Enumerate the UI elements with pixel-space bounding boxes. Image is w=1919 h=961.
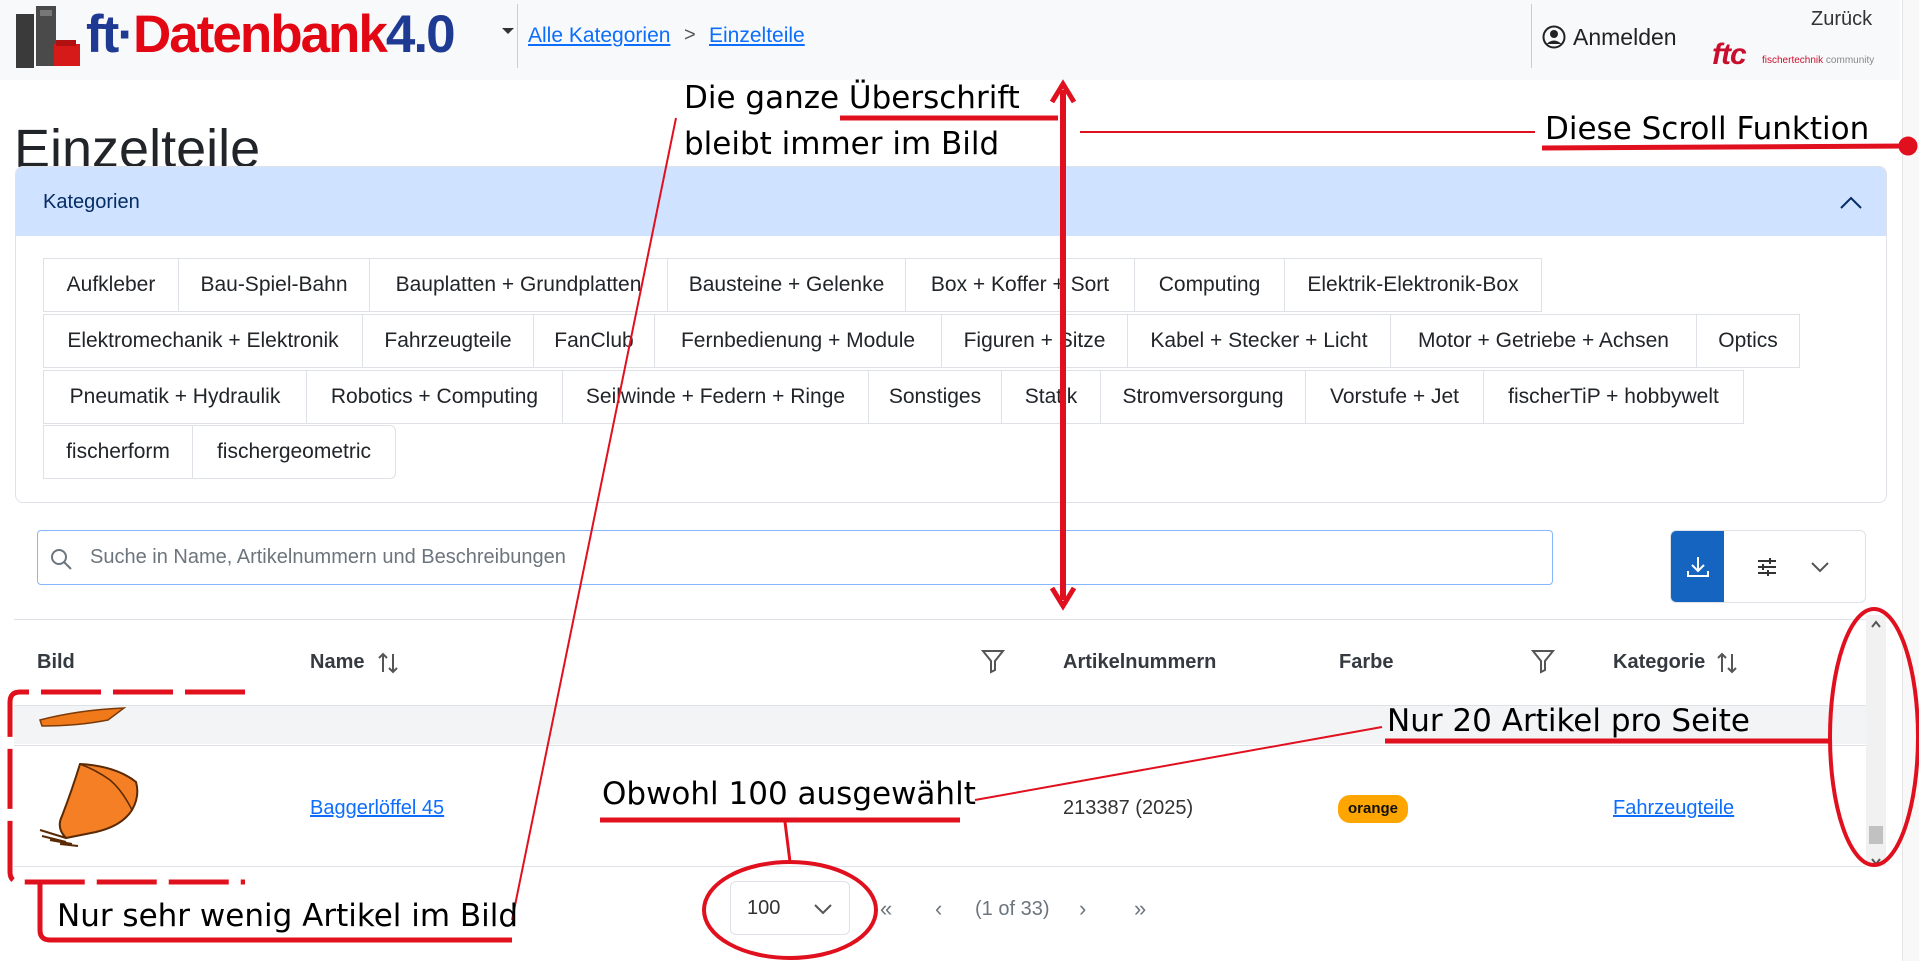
divider (517, 4, 518, 68)
sliders-icon[interactable] (1755, 555, 1779, 579)
sort-icon[interactable] (377, 651, 399, 675)
table-actions-group (1670, 530, 1866, 603)
app-menu-caret-icon[interactable] (502, 28, 514, 34)
category-chip[interactable]: Pneumatik + Hydraulik (43, 370, 307, 424)
breadcrumb-separator: > (684, 24, 696, 46)
column-header-name[interactable]: Name (310, 651, 364, 674)
login-button[interactable]: Anmelden (1573, 24, 1677, 51)
top-navbar: ft·Datenbank4.0 Alle Kategorien > Einzel… (0, 0, 1900, 80)
category-chip[interactable]: Kabel + Stecker + Licht (1127, 314, 1391, 368)
download-icon (1687, 557, 1709, 577)
filter-icon[interactable] (1531, 648, 1555, 674)
last-page-icon[interactable]: » (1134, 896, 1146, 922)
category-chip[interactable]: Bauplatten + Grundplatten (369, 258, 668, 312)
scrollbar-thumb[interactable] (1869, 826, 1883, 844)
category-chip[interactable]: Optics (1696, 314, 1800, 368)
annotation-heading-note: Die ganze Überschrift (684, 80, 1020, 116)
divider (1531, 4, 1532, 68)
annotation-scroll-note: Diese Scroll Funktion (1545, 111, 1870, 147)
annotation-heading-note: bleibt immer im Bild (684, 126, 1000, 162)
breadcrumb-einzelteile[interactable]: Einzelteile (709, 24, 805, 48)
column-header-category[interactable]: Kategorie (1613, 651, 1705, 674)
category-chip[interactable]: fischergeometric (192, 425, 396, 479)
category-chip[interactable]: Robotics + Computing (306, 370, 563, 424)
sort-icon[interactable] (1716, 651, 1738, 675)
first-page-icon[interactable]: « (880, 896, 892, 922)
search-input[interactable] (90, 531, 1530, 584)
category-chip[interactable]: FanClub (533, 314, 655, 368)
category-chip[interactable]: Aufkleber (43, 258, 179, 312)
scroll-up-icon[interactable] (1869, 618, 1883, 630)
category-chip[interactable]: Computing (1134, 258, 1285, 312)
article-number: 213387 (2025) (1063, 797, 1194, 819)
category-chip[interactable]: Elektromechanik + Elektronik (43, 314, 363, 368)
part-thumbnail (39, 707, 127, 727)
category-chip[interactable]: Statik (1001, 370, 1101, 424)
category-chip[interactable]: Sonstiges (868, 370, 1002, 424)
annotation-few-items-note: Nur sehr wenig Artikel im Bild (57, 898, 519, 934)
category-chip[interactable]: fischerform (43, 425, 193, 479)
ftc-community-logo[interactable]: ftc (1712, 38, 1747, 72)
search-field[interactable] (37, 530, 1553, 585)
column-header-color: Farbe (1339, 651, 1394, 673)
rows-per-page-dropdown[interactable]: 100 (730, 881, 850, 935)
category-chip[interactable]: Bausteine + Gelenke (667, 258, 906, 312)
categories-panel-header[interactable]: Kategorien (16, 167, 1886, 236)
color-badge: orange (1338, 795, 1409, 823)
back-link[interactable]: Zurück (1811, 8, 1872, 31)
search-icon (51, 549, 72, 570)
page-report: (1 of 33) (975, 898, 1050, 920)
annotation-selected-note: Obwohl 100 ausgewählt (602, 776, 976, 812)
app-logo-text[interactable]: ft·Datenbank4.0 (86, 2, 456, 68)
column-header-article-numbers: Artikelnummern (1063, 651, 1217, 673)
category-chip[interactable]: Vorstufe + Jet (1305, 370, 1484, 424)
scroll-down-icon[interactable] (1869, 856, 1883, 868)
chevron-down-icon (814, 904, 832, 915)
category-chip[interactable]: Fernbedienung + Module (654, 314, 942, 368)
chevron-up-icon[interactable] (1837, 189, 1865, 217)
breadcrumb-all-categories[interactable]: Alle Kategorien (528, 24, 670, 48)
category-chip[interactable]: Seilwinde + Federn + Ringe (562, 370, 869, 424)
next-page-icon[interactable]: › (1079, 896, 1086, 922)
part-name-link[interactable]: Baggerlöffel 45 (310, 797, 444, 820)
category-chip[interactable]: fischerTiP + hobbywelt (1483, 370, 1744, 424)
divider (14, 866, 1866, 867)
divider (14, 745, 1866, 746)
category-chip[interactable]: Fahrzeugteile (362, 314, 534, 368)
window-scrollbar[interactable] (1902, 0, 1919, 961)
chevron-down-icon[interactable] (1809, 557, 1831, 577)
user-circle-icon[interactable] (1542, 25, 1566, 49)
community-brand-text: fischertechnik community (1762, 55, 1875, 66)
annotation-per-page-note: Nur 20 Artikel pro Seite (1387, 703, 1750, 739)
divider (14, 619, 1884, 620)
rows-per-page-value: 100 (747, 897, 781, 919)
filter-icon[interactable] (981, 648, 1005, 674)
part-thumbnail (39, 762, 139, 847)
column-header-image: Bild (37, 651, 75, 673)
fischertechnik-brick-logo[interactable] (14, 4, 82, 68)
prev-page-icon[interactable]: ‹ (935, 896, 942, 922)
category-chip[interactable]: Figuren + Sitze (941, 314, 1128, 368)
category-chip[interactable]: Elektrik-Elektronik-Box (1284, 258, 1542, 312)
category-link[interactable]: Fahrzeugteile (1613, 797, 1734, 820)
category-chip[interactable]: Stromversorgung (1100, 370, 1306, 424)
categories-label: Kategorien (43, 191, 140, 213)
category-chip[interactable]: Box + Koffer + Sort (905, 258, 1135, 312)
category-chip[interactable]: Motor + Getriebe + Achsen (1390, 314, 1697, 368)
category-chip[interactable]: Bau-Spiel-Bahn (178, 258, 370, 312)
download-button[interactable] (1671, 531, 1724, 602)
